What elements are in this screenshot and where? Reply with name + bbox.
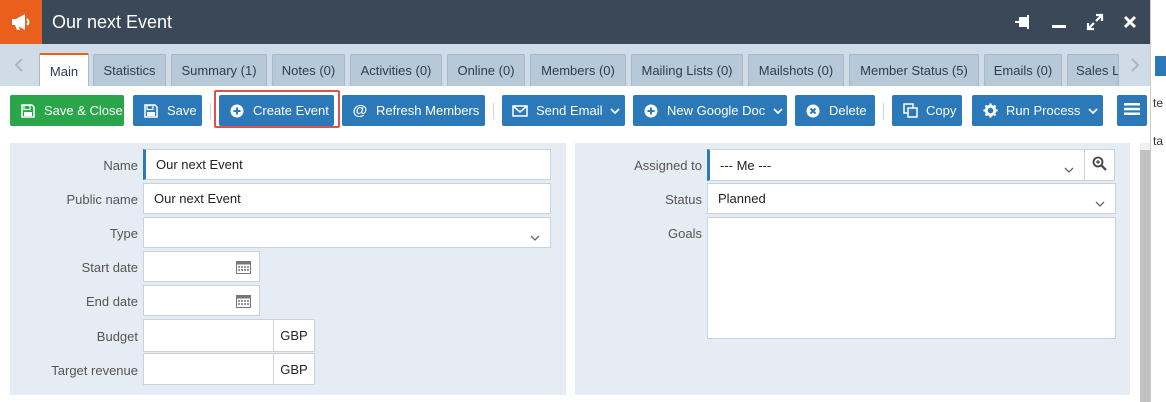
- form-panel-right: Assigned to --- Me --- Status Planned Go…: [575, 143, 1130, 395]
- pin-icon[interactable]: [1012, 12, 1034, 32]
- calendar-icon[interactable]: [236, 294, 251, 311]
- type-label: Type: [109, 226, 138, 241]
- lookup-button[interactable]: [1084, 149, 1115, 181]
- times-circle-icon: [805, 103, 821, 119]
- assigned-to-value: --- Me ---: [720, 157, 772, 173]
- budget-currency: GBP: [273, 319, 315, 352]
- tab-online[interactable]: Online (0): [447, 54, 525, 86]
- calendar-icon[interactable]: [236, 260, 251, 277]
- save-close-button[interactable]: Save & Close: [10, 95, 124, 126]
- tab-member-status[interactable]: Member Status (5): [849, 54, 979, 86]
- at-sign-icon: @: [352, 102, 368, 119]
- toolbar-divider: [883, 103, 884, 119]
- save-label: Save: [167, 103, 197, 118]
- name-input[interactable]: Our next Event: [143, 149, 551, 180]
- tab-notes[interactable]: Notes (0): [272, 54, 345, 86]
- close-icon[interactable]: [1119, 12, 1141, 32]
- tab-members[interactable]: Members (0): [530, 54, 626, 86]
- background-window-edge: te ta: [1150, 0, 1166, 402]
- chevron-down-icon: [610, 107, 621, 114]
- background-text: te: [1153, 96, 1164, 110]
- end-date-label: End date: [85, 294, 138, 309]
- more-menu-button[interactable]: [1117, 95, 1147, 126]
- copy-label: Copy: [926, 103, 957, 118]
- start-date-input[interactable]: [143, 251, 260, 282]
- toolbar-divider: [493, 103, 494, 119]
- send-email-label: Send Email: [536, 103, 603, 118]
- gear-icon: [982, 103, 998, 119]
- minimize-icon[interactable]: [1048, 12, 1070, 32]
- name-label: Name: [103, 158, 138, 173]
- refresh-members-button[interactable]: @ Refresh Members: [342, 95, 485, 126]
- type-select[interactable]: [143, 217, 551, 248]
- chevron-down-icon: [1064, 161, 1074, 176]
- tab-scroll-right-icon[interactable]: [1130, 58, 1140, 77]
- save-button[interactable]: Save: [133, 95, 202, 126]
- assigned-to-label: Assigned to: [634, 158, 702, 173]
- hamburger-menu-icon: [1124, 102, 1140, 119]
- new-google-doc-button[interactable]: New Google Doc: [633, 95, 787, 126]
- target-revenue-currency: GBP: [273, 353, 315, 385]
- maximize-icon[interactable]: [1084, 12, 1106, 32]
- name-value: Our next Event: [156, 157, 243, 172]
- save-close-label: Save & Close: [44, 103, 123, 118]
- tab-emails[interactable]: Emails (0): [984, 54, 1062, 86]
- toolbar: Save & Close Save Create Event @ Refresh…: [0, 86, 1150, 136]
- run-process-label: Run Process: [1006, 103, 1081, 118]
- public-name-label: Public name: [66, 192, 138, 207]
- budget-label: Budget: [96, 329, 138, 344]
- delete-label: Delete: [829, 103, 867, 118]
- tab-mailshots[interactable]: Mailshots (0): [748, 54, 844, 86]
- tab-summary[interactable]: Summary (1): [171, 54, 267, 86]
- goals-label: Goals: [668, 226, 702, 241]
- tab-statistics[interactable]: Statistics: [93, 54, 166, 86]
- delete-button[interactable]: Delete: [795, 95, 875, 126]
- window-title: Our next Event: [52, 12, 173, 32]
- start-date-label: Start date: [81, 260, 138, 275]
- tab-scroll-left-icon[interactable]: [14, 58, 24, 77]
- tab-mailing-lists[interactable]: Mailing Lists (0): [631, 54, 743, 86]
- chevron-down-icon: [773, 107, 783, 114]
- status-value: Planned: [718, 191, 766, 206]
- tab-bar: Main Statistics Summary (1) Notes (0) Ac…: [0, 44, 1150, 87]
- chevron-down-icon: [1095, 195, 1105, 210]
- megaphone-icon: [0, 0, 42, 44]
- budget-input[interactable]: [143, 319, 274, 352]
- tab-activities[interactable]: Activities (0): [350, 54, 442, 86]
- chevron-down-icon: [530, 229, 540, 244]
- scrollbar-thumb[interactable]: [1140, 150, 1150, 402]
- target-revenue-label: Target revenue: [51, 363, 138, 378]
- floppy-disk-icon: [143, 103, 159, 119]
- create-event-highlight: [214, 90, 340, 128]
- tab-sales[interactable]: Sales L: [1067, 54, 1119, 86]
- goals-textarea[interactable]: [707, 217, 1116, 339]
- background-text: ta: [1153, 134, 1164, 148]
- window-titlebar: Our next Event: [0, 0, 1150, 44]
- copy-icon: [902, 103, 918, 119]
- assigned-to-select[interactable]: --- Me ---: [707, 149, 1085, 181]
- plus-circle-icon: [643, 103, 659, 119]
- public-name-input[interactable]: Our next Event: [143, 183, 551, 214]
- search-icon: [1092, 156, 1107, 174]
- toolbar-divider: [210, 103, 211, 119]
- envelope-icon: [512, 103, 528, 119]
- public-name-value: Our next Event: [154, 191, 241, 206]
- copy-button[interactable]: Copy: [892, 95, 962, 126]
- floppy-disk-icon: [20, 103, 36, 119]
- refresh-members-label: Refresh Members: [376, 103, 480, 118]
- target-revenue-input[interactable]: [143, 353, 274, 385]
- end-date-input[interactable]: [143, 285, 260, 316]
- send-email-button[interactable]: Send Email: [502, 95, 625, 126]
- form-panel-left: Name Our next Event Public name Our next…: [10, 143, 566, 395]
- tab-main[interactable]: Main: [39, 53, 89, 87]
- chevron-down-icon: [1088, 107, 1099, 114]
- background-window-tab: [1155, 56, 1166, 76]
- status-select[interactable]: Planned: [707, 183, 1116, 214]
- new-google-doc-label: New Google Doc: [667, 103, 766, 118]
- status-label: Status: [665, 192, 702, 207]
- run-process-button[interactable]: Run Process: [972, 95, 1103, 126]
